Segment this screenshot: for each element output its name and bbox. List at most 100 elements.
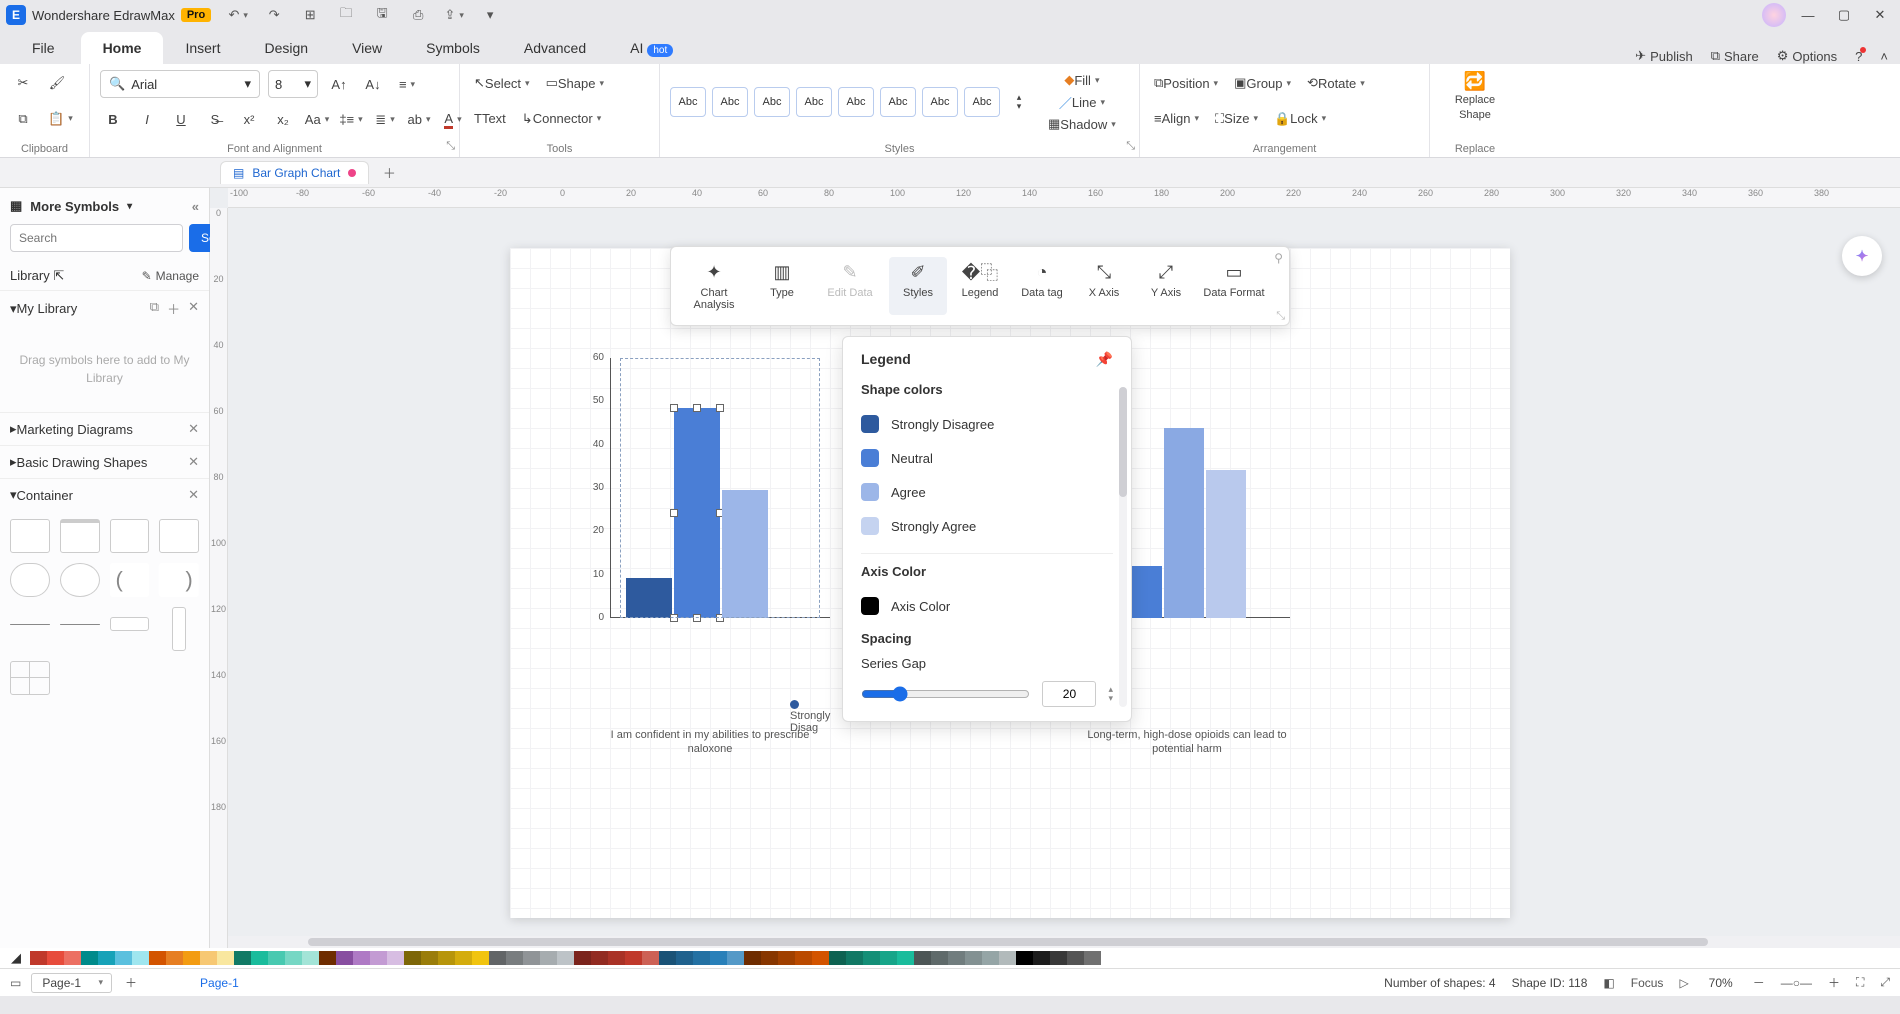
color-swatch-40[interactable] bbox=[710, 951, 727, 965]
superscript-button[interactable]: x² bbox=[236, 107, 262, 133]
toolbar-pin[interactable]: ⚲ bbox=[1274, 251, 1283, 265]
style-gallery-more[interactable]: ▴▾ bbox=[1006, 89, 1032, 115]
zoom-in[interactable]: ＋ bbox=[1828, 974, 1840, 991]
manage-library[interactable]: ✎ Manage bbox=[142, 269, 199, 283]
shape-bracket-l[interactable] bbox=[110, 563, 150, 597]
color-swatch-11[interactable] bbox=[217, 951, 234, 965]
toolbar-resize[interactable]: ⤡ bbox=[1276, 310, 1285, 323]
color-swatch-58[interactable] bbox=[1016, 951, 1033, 965]
redo-button[interactable]: ↷ bbox=[261, 4, 287, 26]
section-marketing[interactable]: ▸ Marketing Diagrams✕ bbox=[0, 413, 209, 445]
canvas-h-scrollbar[interactable] bbox=[228, 936, 1900, 948]
mylib-close[interactable]: ✕ bbox=[188, 299, 199, 318]
collapse-left-panel[interactable]: « bbox=[192, 199, 199, 214]
subscript-button[interactable]: x₂ bbox=[270, 107, 296, 133]
color-swatch-0[interactable] bbox=[30, 951, 47, 965]
shrink-font[interactable]: A↓ bbox=[360, 71, 386, 97]
section-container[interactable]: ▾ Container✕ bbox=[0, 479, 209, 511]
print-button[interactable]: ⎙ bbox=[405, 4, 431, 26]
color-swatch-41[interactable] bbox=[727, 951, 744, 965]
open-button[interactable]: 🗀 bbox=[333, 4, 359, 26]
style-chip-8[interactable]: Abc bbox=[964, 87, 1000, 117]
underline-button[interactable]: U bbox=[168, 107, 194, 133]
page-name[interactable]: Page-1 bbox=[200, 976, 239, 990]
chart-tool-xaxis[interactable]: ⤡X Axis bbox=[1075, 257, 1133, 315]
shape-rect[interactable] bbox=[10, 519, 50, 553]
color-swatch-8[interactable] bbox=[166, 951, 183, 965]
color-swatch-9[interactable] bbox=[183, 951, 200, 965]
color-swatch-25[interactable] bbox=[455, 951, 472, 965]
tab-view[interactable]: View bbox=[330, 32, 404, 64]
chart-tool-analysis[interactable]: ✦Chart Analysis bbox=[679, 257, 749, 315]
legend-row-3[interactable]: Strongly Agree bbox=[861, 509, 1113, 543]
color-swatch-39[interactable] bbox=[693, 951, 710, 965]
shape-tool[interactable]: ▭ Shape bbox=[542, 70, 608, 96]
ai-assistant-button[interactable]: ✦ bbox=[1842, 236, 1882, 276]
color-swatch-15[interactable] bbox=[285, 951, 302, 965]
export-button[interactable]: ⇪ bbox=[441, 4, 467, 26]
color-swatch-3[interactable] bbox=[81, 951, 98, 965]
select-tool[interactable]: ↖ Select bbox=[470, 70, 534, 96]
color-swatch-14[interactable] bbox=[268, 951, 285, 965]
style-chip-6[interactable]: Abc bbox=[880, 87, 916, 117]
color-swatch-48[interactable] bbox=[846, 951, 863, 965]
close-button[interactable]: ✕ bbox=[1866, 4, 1894, 26]
shape-table[interactable] bbox=[10, 661, 50, 695]
color-swatch-52[interactable] bbox=[914, 951, 931, 965]
color-swatch-62[interactable] bbox=[1084, 951, 1101, 965]
legend-row-1[interactable]: Neutral bbox=[861, 441, 1113, 475]
legend-pin[interactable]: 📌 bbox=[1096, 351, 1113, 368]
line-button[interactable]: ／ Line bbox=[1044, 92, 1120, 112]
cut-button[interactable]: ✂ bbox=[10, 70, 36, 96]
share-button[interactable]: ⧉Share bbox=[1711, 48, 1759, 64]
page-selector[interactable]: Page-1 bbox=[31, 973, 112, 993]
color-swatch-46[interactable] bbox=[812, 951, 829, 965]
color-swatch-50[interactable] bbox=[880, 951, 897, 965]
color-swatch-54[interactable] bbox=[948, 951, 965, 965]
color-swatch-16[interactable] bbox=[302, 951, 319, 965]
color-swatch-36[interactable] bbox=[642, 951, 659, 965]
tab-symbols[interactable]: Symbols bbox=[404, 32, 502, 64]
chart-2-bar-4[interactable] bbox=[1206, 470, 1246, 618]
case-button[interactable]: Aa bbox=[304, 107, 330, 133]
section-close-3[interactable]: ✕ bbox=[188, 487, 199, 503]
tab-file[interactable]: File bbox=[10, 32, 77, 64]
rotate-button[interactable]: ⟲ Rotate bbox=[1303, 70, 1369, 96]
tab-advanced[interactable]: Advanced bbox=[502, 32, 608, 64]
add-page-button[interactable]: ＋ bbox=[122, 974, 140, 992]
color-swatch-4[interactable] bbox=[98, 951, 115, 965]
shape-thin[interactable] bbox=[110, 617, 150, 631]
replace-shape-button[interactable]: 🔁 Replace Shape bbox=[1451, 70, 1499, 122]
color-swatch-56[interactable] bbox=[982, 951, 999, 965]
legend-row-2[interactable]: Agree bbox=[861, 475, 1113, 509]
style-chip-4[interactable]: Abc bbox=[796, 87, 832, 117]
color-swatch-43[interactable] bbox=[761, 951, 778, 965]
page-nav-icon[interactable]: ▭ bbox=[10, 976, 21, 990]
lock-button[interactable]: 🔒 Lock bbox=[1270, 106, 1330, 132]
group-button[interactable]: ▣ Group bbox=[1230, 70, 1295, 96]
qat-more[interactable]: ▾ bbox=[477, 4, 503, 26]
collapse-ribbon[interactable]: ˄ bbox=[1880, 49, 1888, 64]
eyedropper-button[interactable]: ◢ bbox=[8, 950, 24, 966]
mylibrary-dropzone[interactable]: Drag symbols here to add to My Library bbox=[10, 332, 199, 406]
color-swatch-7[interactable] bbox=[149, 951, 166, 965]
zoom-out[interactable]: － bbox=[1753, 974, 1765, 991]
chart-2-bar-3[interactable] bbox=[1164, 428, 1204, 618]
minimize-button[interactable]: — bbox=[1794, 4, 1822, 26]
color-swatch-44[interactable] bbox=[778, 951, 795, 965]
color-swatch-32[interactable] bbox=[574, 951, 591, 965]
symbol-search-input[interactable] bbox=[10, 224, 183, 252]
color-swatch-5[interactable] bbox=[115, 951, 132, 965]
document-tab[interactable]: ▤ Bar Graph Chart bbox=[220, 161, 369, 184]
connector-tool[interactable]: ↳ Connector bbox=[518, 106, 605, 132]
color-swatch-37[interactable] bbox=[659, 951, 676, 965]
align-arrange-button[interactable]: ≡ Align bbox=[1150, 106, 1203, 132]
color-swatch-59[interactable] bbox=[1033, 951, 1050, 965]
chart-tool-yaxis[interactable]: ⤢Y Axis bbox=[1137, 257, 1195, 315]
presentation-button[interactable]: ▷ bbox=[1679, 976, 1688, 990]
font-size-select[interactable]: 8▾ bbox=[268, 70, 318, 98]
grow-font[interactable]: A↑ bbox=[326, 71, 352, 97]
color-swatch-26[interactable] bbox=[472, 951, 489, 965]
position-button[interactable]: ⧉ Position bbox=[1150, 70, 1222, 96]
mylib-add[interactable]: ＋ bbox=[167, 299, 180, 318]
